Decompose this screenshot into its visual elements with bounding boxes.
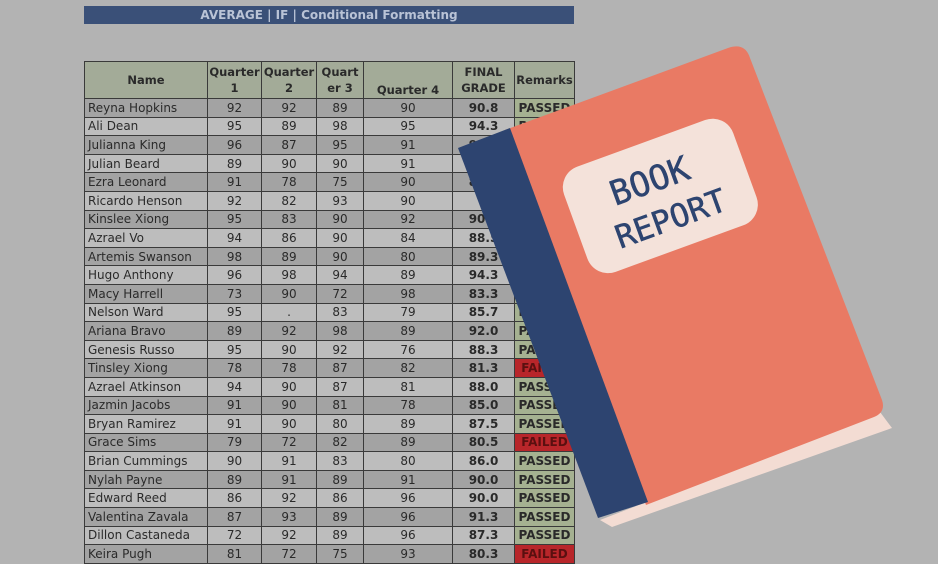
- book-report-illustration: BOOK REPORT: [458, 46, 892, 527]
